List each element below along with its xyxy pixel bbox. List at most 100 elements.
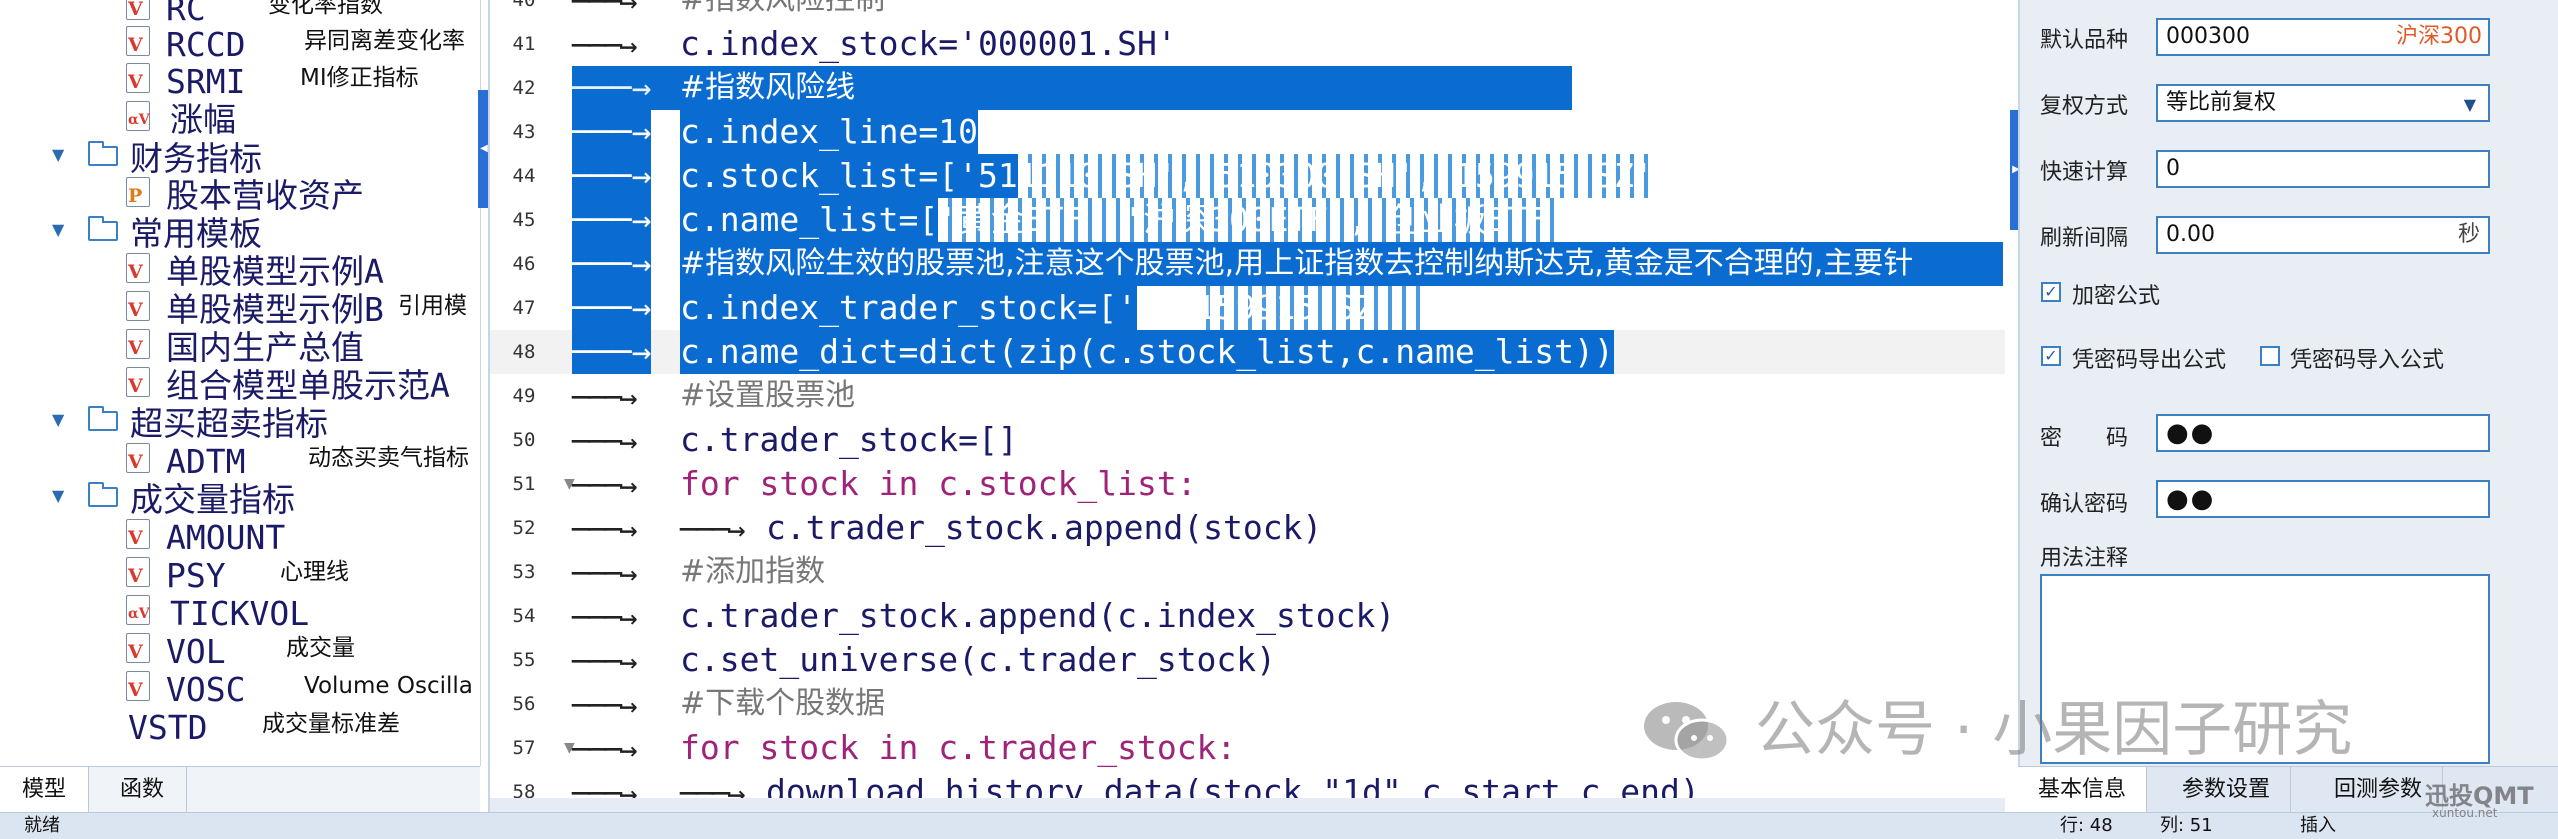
refresh-interval-input[interactable]: 0.00 秒 [2156, 216, 2490, 254]
formula-v-icon: V [126, 291, 150, 321]
adjust-mode-label: 复权方式 [2040, 94, 2129, 119]
tree-item[interactable]: V VOL 成交量 [0, 630, 480, 671]
line-number: 47 [512, 297, 536, 319]
code-text: c.name_dict=dict(zip(c.stock_list,c.name… [680, 330, 1614, 374]
export-with-password-label: 凭密码导出公式 [2072, 348, 2227, 373]
adjust-mode-select[interactable]: 等比前复权 ▼ [2156, 84, 2490, 122]
refresh-interval-value: 0.00 [2166, 222, 2215, 247]
tree-item[interactable]: αV 涨幅 [0, 98, 480, 139]
tab-arrow-icon: ───→ [680, 512, 746, 548]
tab-arrow-icon: ───→ [572, 600, 638, 636]
code-line: 42 ───→ #指数风险线 [490, 66, 2005, 110]
default-symbol-label: 默认品种 [2040, 28, 2129, 53]
default-symbol-value: 000300 [2166, 24, 2250, 49]
code-text: c.index_trader_stock=[' [680, 286, 1137, 330]
quick-calc-label: 快速计算 [2040, 160, 2129, 185]
line-number: 56 [512, 693, 536, 715]
formula-v-icon: V [126, 26, 150, 56]
expand-arrow-icon[interactable]: ▼ [52, 137, 74, 173]
import-with-password-checkbox[interactable] [2260, 346, 2280, 366]
encrypt-label: 加密公式 [2072, 284, 2161, 309]
tree-folder[interactable]: ▼ 财务指标 [0, 137, 480, 178]
tree-item-desc: 动态买卖气指标 [308, 445, 469, 471]
quick-calc-input[interactable]: 0 [2156, 150, 2490, 188]
code-line-current: 48 ───→ c.name_dict=dict(zip(c.stock_lis… [490, 330, 2005, 374]
expand-arrow-icon[interactable]: ▼ [52, 478, 74, 514]
tab-arrow-icon: ───→ [572, 512, 638, 548]
editor-horizontal-scrollbar[interactable] [490, 798, 2005, 812]
expand-arrow-icon[interactable]: ▼ [52, 212, 74, 248]
password-field[interactable]: ●● [2156, 414, 2490, 452]
tab-basic-info[interactable]: 基本信息 [2018, 767, 2148, 813]
tab-arrow-icon: ───→ [572, 424, 638, 460]
redacted-code: 1110.SH','510300.SH','159915.SZ','518880… [1018, 154, 1648, 198]
confirm-password-value: ●● [2166, 484, 2216, 514]
code-line: 55 ───→ c.set_universe(c.trader_stock) [490, 638, 2005, 682]
left-panel-tabs: 模型 函数 [0, 766, 480, 814]
tab-model[interactable]: 模型 [0, 767, 90, 813]
code-text: c.stock_list=['51 [680, 154, 1018, 198]
code-text: for stock in c.stock_list: [680, 464, 1197, 503]
tab-arrow-icon: ───→ [572, 556, 638, 592]
line-number: 51 [512, 473, 536, 495]
line-number: 41 [512, 33, 536, 55]
tree-item[interactable]: V 组合模型单股示范A [0, 364, 480, 405]
tree-item-desc: 变化率指数 [268, 0, 383, 18]
formula-v-icon: V [126, 633, 150, 663]
chevron-down-icon[interactable]: ▼ [2464, 88, 2476, 122]
code-text: #指数风险线 [680, 66, 856, 110]
code-line: 43 ───→ c.index_line=10 [490, 110, 2005, 154]
formula-v-icon: V [126, 671, 150, 701]
tree-item[interactable]: V RC 变化率指数 [0, 0, 480, 28]
status-mode: 插入 [2300, 815, 2336, 836]
formula-v-icon: V [126, 63, 150, 93]
confirm-password-field[interactable]: ●● [2156, 480, 2490, 518]
tree-item[interactable]: V 单股模型示例A [0, 250, 480, 291]
tab-backtest-params[interactable]: 回测参数 [2314, 767, 2444, 813]
tree-item[interactable]: V VOSC Volume Oscilla [0, 668, 480, 709]
password-label: 密 码 [2040, 426, 2129, 451]
tree-item[interactable]: αV TICKVOL [0, 592, 480, 633]
tab-arrow-icon: ───→ [572, 468, 638, 504]
tree-item[interactable]: V PSY 心理线 [0, 554, 480, 595]
formula-v-icon: V [126, 443, 150, 473]
default-symbol-input[interactable]: 000300 沪深300 [2156, 18, 2490, 56]
tree-item[interactable]: P 股本营收资产 [0, 174, 480, 215]
tab-parameters[interactable]: 参数设置 [2162, 767, 2292, 813]
tree-item[interactable]: V RCCD 异同离差变化率 [0, 23, 480, 64]
tree-item-desc: 成交量 [286, 635, 355, 661]
password-value: ●● [2166, 418, 2216, 448]
code-line: 40 ───→ #指数风险控制 [490, 0, 2005, 22]
line-number: 43 [512, 121, 536, 143]
code-line: 44 ───→ c.stock_list=['51 1110.SH','5103… [490, 154, 2005, 198]
wechat-icon [1644, 702, 1730, 762]
redacted-code: '黄金ETF','沪深300ETF','创业板ETF' [938, 198, 1558, 242]
tree-item[interactable]: V SRMI MI修正指标 [0, 60, 480, 101]
formula-v-icon: V [126, 519, 150, 549]
export-with-password-checkbox[interactable]: ✓ [2041, 346, 2061, 366]
encrypt-checkbox[interactable]: ✓ [2041, 282, 2061, 302]
usage-notes-label: 用法注释 [2040, 546, 2129, 571]
tree-folder[interactable]: ▼ 超买超卖指标 [0, 402, 480, 443]
code-line: 47 ───→ c.index_trader_stock=[' 159915.S… [490, 286, 2005, 330]
line-number: 54 [512, 605, 536, 627]
tab-arrow-icon: ───→ [572, 0, 638, 20]
tree-item[interactable]: V 单股模型示例B 引用模 [0, 288, 480, 329]
code-line: 46 ───→ #指数风险生效的股票池,注意这个股票池,用上证指数去控制纳斯达克… [490, 242, 2005, 286]
tree-item[interactable]: V ADTM 动态买卖气指标 [0, 440, 480, 481]
expand-arrow-icon[interactable]: ▼ [52, 402, 74, 438]
line-number: 52 [512, 517, 536, 539]
watermark-url: xuntou.net [2432, 806, 2498, 820]
redacted-code: 159915.SZ' [1196, 286, 1424, 330]
tab-functions[interactable]: 函数 [98, 767, 188, 813]
tree-item[interactable]: VSTD 成交量标准差 [0, 706, 480, 747]
confirm-password-label: 确认密码 [2040, 492, 2129, 517]
tree-folder[interactable]: ▼ 常用模板 [0, 212, 480, 253]
tree-item[interactable]: V 国内生产总值 [0, 326, 480, 367]
code-text: c.trader_stock=[] [680, 420, 1018, 459]
tree-folder[interactable]: ▼ 成交量指标 [0, 478, 480, 519]
tree-item[interactable]: V AMOUNT [0, 516, 480, 557]
status-row: 行: 48 [2060, 815, 2113, 836]
tab-arrow-icon: ───→ [572, 732, 638, 768]
code-text: c.trader_stock.append(stock) [766, 508, 1323, 547]
